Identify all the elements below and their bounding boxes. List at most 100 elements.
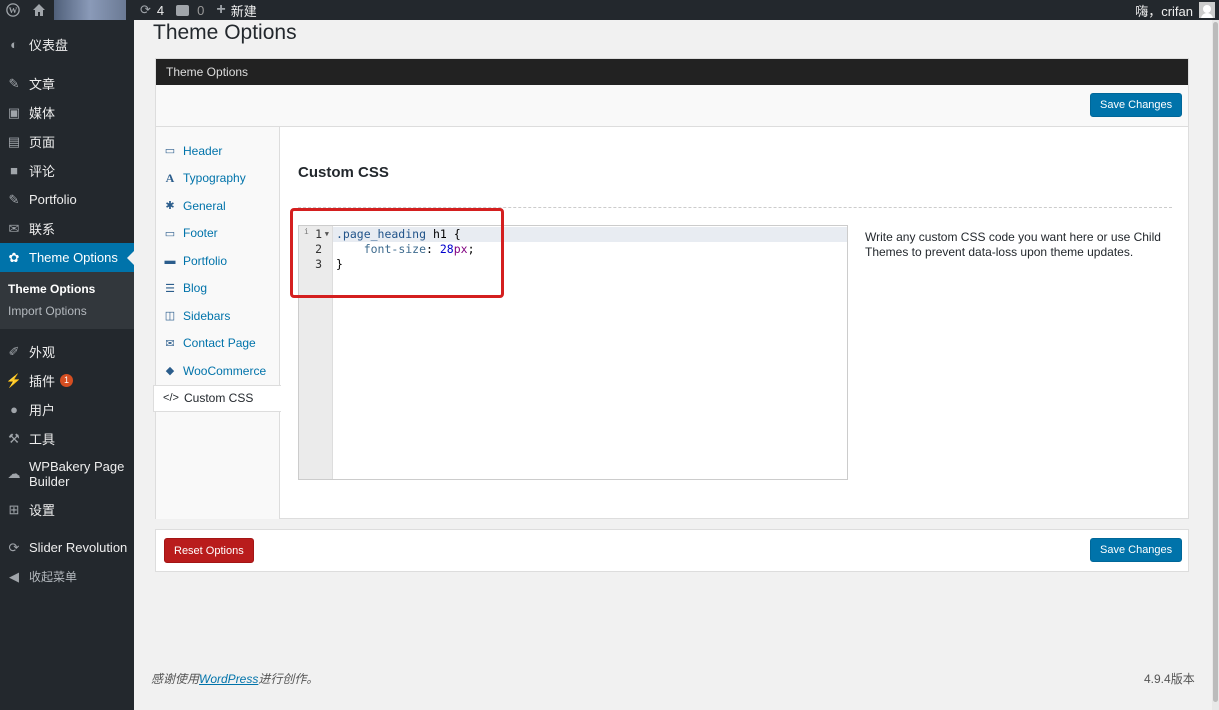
avatar — [1199, 2, 1215, 18]
tab-label: Header — [183, 143, 223, 158]
tab-general[interactable]: ✱ General — [156, 192, 279, 220]
sidebar-item-posts[interactable]: ✎ 文章 — [0, 69, 134, 98]
save-button-bottom[interactable]: Save Changes — [1090, 538, 1183, 562]
scrollbar[interactable] — [1212, 20, 1219, 710]
footer-thanks: 感谢使用WordPress进行创作。 — [151, 670, 318, 687]
sidebar-item-label: 仪表盘 — [29, 38, 69, 53]
options-header: Theme Options — [156, 59, 1188, 85]
tab-blog[interactable]: ☰ Blog — [156, 275, 279, 303]
monitor-icon: ▭ — [164, 145, 176, 158]
sidebar-item-users[interactable]: ● 用户 — [0, 395, 134, 424]
sidebar-item-theme-options[interactable]: ✿ Theme Options — [0, 243, 134, 272]
tab-label: Sidebars — [183, 308, 231, 323]
account-menu[interactable]: 嗨，crifan — [1135, 1, 1219, 20]
options-toolbar: Save Changes — [156, 85, 1188, 127]
pin-icon: ✎ — [8, 75, 20, 91]
sidebar-item-pages[interactable]: ▤ 页面 — [0, 127, 134, 156]
page-icon: ▤ — [7, 133, 21, 149]
sidebar-item-label: WPBakery Page Builder — [29, 459, 125, 489]
sidebar-item-label: 收起菜单 — [29, 570, 78, 584]
briefcase-icon: ▬ — [164, 254, 176, 267]
sidebar-item-label: 媒体 — [29, 106, 56, 121]
collapse-icon: ◀ — [9, 568, 19, 584]
sidebar-collapse-menu[interactable]: ◀ 收起菜单 — [0, 562, 134, 591]
sidebar-item-label: 插件 — [29, 374, 56, 389]
tab-portfolio[interactable]: ▬ Portfolio — [156, 247, 279, 275]
mail-icon: ✉ — [8, 220, 20, 236]
sidebar-item-label: Portfolio — [29, 192, 77, 207]
sidebar-item-label: 评论 — [29, 164, 56, 179]
footer-text: 感谢使用 — [151, 672, 200, 686]
typography-icon: A — [165, 170, 175, 185]
theme-options-submenu: Theme Options Import Options — [0, 272, 134, 329]
sidebar-item-slider-revolution[interactable]: ⟳ Slider Revolution — [0, 533, 134, 562]
cloud-icon: ☁ — [7, 466, 21, 481]
page-title: Theme Options — [153, 21, 297, 44]
panel-title: Custom CSS — [298, 164, 389, 181]
plugin-update-badge: 1 — [60, 374, 74, 387]
footer-text: 进行创作。 — [258, 672, 319, 686]
monitor-icon: ▭ — [164, 227, 176, 240]
options-tabs: ▭ Header A Typography ✱ General ▭ Footer ▬ Po… — [153, 127, 281, 519]
save-button-top[interactable]: Save Changes — [1090, 93, 1183, 117]
red-annotation-box — [290, 208, 504, 298]
sidebar-item-label: 工具 — [29, 432, 56, 447]
options-footer-bar: Reset Options Save Changes — [155, 529, 1189, 572]
comment-icon — [176, 4, 190, 16]
settings-icon: ⊞ — [8, 501, 20, 517]
site-thumbnail[interactable] — [54, 0, 126, 20]
tab-contact-page[interactable]: ✉ Contact Page — [156, 330, 279, 358]
panel-description: Write any custom CSS code you want here … — [865, 230, 1161, 259]
plugin-icon: ⚡ — [5, 372, 23, 388]
updates-count: 4 — [156, 2, 165, 18]
tab-label: Contact Page — [183, 336, 256, 351]
gear-icon: ✿ — [8, 249, 20, 265]
sidebar-item-portfolio[interactable]: ✎ Portfolio — [0, 185, 134, 214]
sidebar-item-wpbakery[interactable]: ☁ WPBakery Page Builder — [0, 453, 134, 495]
wordpress-link[interactable]: WordPress — [199, 672, 258, 686]
sidebar-item-dashboard[interactable]: ◐ 仪表盘 — [0, 30, 134, 59]
comments-link[interactable]: 0 — [170, 0, 210, 20]
tab-footer[interactable]: ▭ Footer — [156, 220, 279, 248]
admin-sidebar: ◐ 仪表盘 ✎ 文章 ▣ 媒体 ▤ 页面 ■ 评论 ✎ Portfolio ✉ 联系 ✿ The… — [0, 20, 134, 710]
tab-sidebars[interactable]: ◫ Sidebars — [156, 302, 279, 330]
tab-woocommerce[interactable]: ◆ WooCommerce — [156, 357, 279, 385]
sidebar-item-media[interactable]: ▣ 媒体 — [0, 98, 134, 127]
submenu-item-theme-options[interactable]: Theme Options — [0, 278, 134, 300]
sidebar-item-contact[interactable]: ✉ 联系 — [0, 214, 134, 243]
comment-icon: ■ — [10, 163, 18, 178]
refresh-icon: ⟳ — [8, 539, 20, 555]
sidebar-item-plugins[interactable]: ⚡ 插件 1 — [0, 366, 134, 395]
tag-icon: ◆ — [165, 365, 175, 378]
brush-icon: ✐ — [8, 343, 20, 359]
sidebar-item-label: 页面 — [29, 135, 56, 150]
tab-typography[interactable]: A Typography — [156, 165, 279, 193]
wordpress-logo-icon[interactable]: W — [0, 0, 26, 20]
sidebar-item-settings[interactable]: ⊞ 设置 — [0, 495, 134, 524]
sidebar-item-comments[interactable]: ■ 评论 — [0, 156, 134, 185]
admin-bar: W ⟳ 4 0 + 新建 嗨，crifan — [0, 0, 1219, 20]
sidebar-item-tools[interactable]: ⚒ 工具 — [0, 424, 134, 453]
tab-label: WooCommerce — [183, 363, 267, 378]
tab-label: Footer — [183, 226, 218, 241]
updates-link[interactable]: ⟳ 4 — [134, 0, 170, 20]
refresh-icon: ⟳ — [140, 2, 151, 17]
tab-header[interactable]: ▭ Header — [156, 137, 279, 165]
cog-icon: ✱ — [165, 200, 175, 213]
sidebar-item-label: 文章 — [29, 77, 56, 92]
sidebar-item-label: 联系 — [29, 222, 56, 237]
sidebar-item-label: Theme Options — [29, 250, 118, 265]
tab-label: Custom CSS — [184, 391, 254, 406]
columns-icon: ◫ — [164, 310, 176, 323]
tab-label: Blog — [183, 281, 208, 296]
tab-custom-css[interactable]: </> Custom CSS — [153, 384, 281, 412]
submenu-item-import-options[interactable]: Import Options — [0, 300, 134, 322]
new-content-link[interactable]: + 新建 — [210, 0, 262, 20]
reset-options-button[interactable]: Reset Options — [164, 538, 254, 563]
scrollbar-thumb[interactable] — [1213, 22, 1218, 702]
home-icon[interactable] — [26, 0, 52, 20]
user-icon: ● — [10, 402, 18, 417]
code-icon: </> — [163, 392, 179, 405]
media-icon: ▣ — [7, 104, 21, 120]
sidebar-item-appearance[interactable]: ✐ 外观 — [0, 337, 134, 366]
